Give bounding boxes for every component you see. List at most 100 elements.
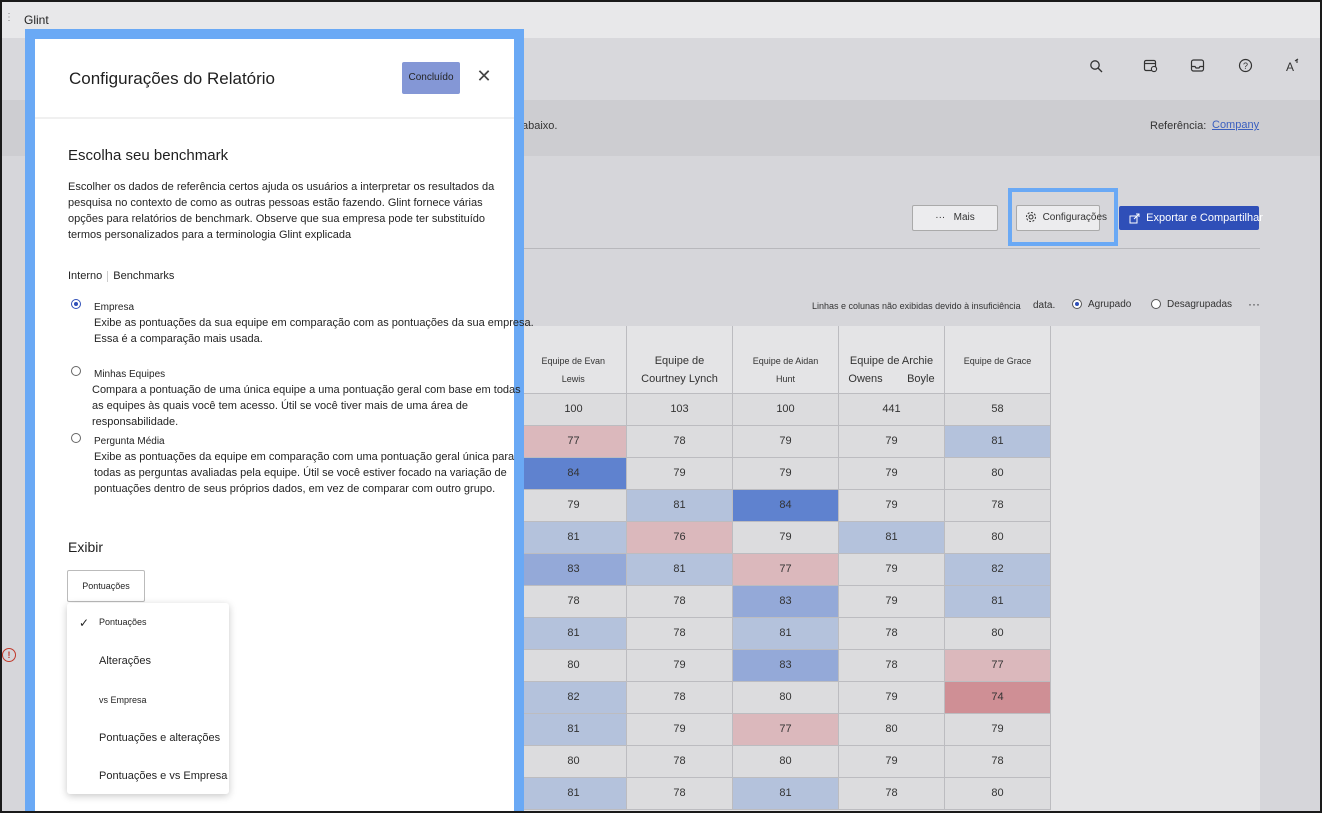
heatmap-cell[interactable]: 58 xyxy=(944,392,1051,426)
done-button[interactable]: Concluído xyxy=(402,62,460,94)
heatmap-cell[interactable]: 79 xyxy=(626,648,733,682)
heatmap-cell[interactable]: 80 xyxy=(944,456,1051,490)
heatmap-cell[interactable]: 100 xyxy=(520,392,627,426)
heatmap-cell[interactable]: 79 xyxy=(520,488,627,522)
heatmap-cell[interactable]: 79 xyxy=(838,456,945,490)
help-icon[interactable]: ? xyxy=(1235,58,1255,78)
heatmap-cell[interactable]: 81 xyxy=(520,616,627,650)
menu-item-pontuacoes[interactable]: Pontuações xyxy=(99,617,147,627)
heatmap-body: 100 103 100 441 58 77 78 79 79 81 84 79 79 79 80 79 81 84… xyxy=(520,392,1051,810)
menu-item-alteracoes[interactable]: Alterações xyxy=(99,655,151,667)
heatmap-cell[interactable]: 81 xyxy=(626,552,733,586)
error-icon[interactable]: ! xyxy=(2,648,16,662)
heatmap-cell[interactable]: 82 xyxy=(944,552,1051,586)
heatmap-cell[interactable]: 81 xyxy=(520,776,627,810)
tab-internal[interactable]: Interno xyxy=(68,270,102,282)
heatmap-cell[interactable]: 81 xyxy=(520,712,627,746)
heatmap-cell[interactable]: 78 xyxy=(944,488,1051,522)
heatmap-cell[interactable]: 81 xyxy=(732,776,839,810)
heatmap-cell[interactable]: 79 xyxy=(838,552,945,586)
export-share-button[interactable]: Exportar e Compartilhar xyxy=(1119,206,1263,230)
heatmap-cell[interactable]: 84 xyxy=(732,488,839,522)
heatmap-cell[interactable]: 78 xyxy=(626,616,733,650)
more-button[interactable]: ··· Mais xyxy=(912,205,998,231)
heatmap-cell[interactable]: 74 xyxy=(944,680,1051,714)
search-icon[interactable] xyxy=(1086,58,1106,78)
heatmap-cell[interactable]: 82 xyxy=(520,680,627,714)
heatmap-cell[interactable]: 80 xyxy=(838,712,945,746)
heatmap-cell[interactable]: 83 xyxy=(732,648,839,682)
heatmap-cell[interactable]: 79 xyxy=(838,488,945,522)
heatmap-cell[interactable]: 79 xyxy=(838,424,945,458)
menu-item-pontuacoes-alteracoes[interactable]: Pontuações e alterações xyxy=(99,732,220,744)
heatmap-cell[interactable]: 80 xyxy=(520,744,627,778)
heatmap-cell[interactable]: 83 xyxy=(732,584,839,618)
heatmap-cell[interactable]: 78 xyxy=(838,776,945,810)
close-icon[interactable]: ✕ xyxy=(475,67,493,85)
heatmap-cell[interactable]: 83 xyxy=(520,552,627,586)
heatmap-cell[interactable]: 100 xyxy=(732,392,839,426)
heatmap-cell[interactable]: 81 xyxy=(520,520,627,554)
heatmap-cell[interactable]: 79 xyxy=(732,520,839,554)
heatmap-cell[interactable]: 80 xyxy=(520,648,627,682)
heatmap-cell[interactable]: 79 xyxy=(838,680,945,714)
heatmap-cell[interactable]: 78 xyxy=(626,776,733,810)
option-pergunta-media-radio[interactable] xyxy=(71,433,81,443)
display-dropdown[interactable]: Pontuações xyxy=(67,570,145,602)
option-empresa-radio[interactable] xyxy=(71,299,81,309)
inbox-icon[interactable] xyxy=(1187,58,1207,78)
settings-button[interactable]: Configurações xyxy=(1016,205,1107,231)
heatmap-cell[interactable]: 80 xyxy=(944,520,1051,554)
heatmap-cell[interactable]: 79 xyxy=(838,744,945,778)
heatmap-cell[interactable]: 81 xyxy=(944,584,1051,618)
team-column-header[interactable]: Equipe de Aidan Hunt xyxy=(732,326,839,394)
gear-icon xyxy=(1026,212,1036,223)
team-column-header[interactable]: Equipe de Grace xyxy=(944,326,1051,394)
calendar-settings-icon[interactable] xyxy=(1140,58,1160,78)
team-column-header[interactable]: Equipe de Evan Lewis xyxy=(520,326,627,394)
heatmap-cell[interactable]: 76 xyxy=(626,520,733,554)
heatmap-cell[interactable]: 78 xyxy=(838,616,945,650)
heatmap-cell[interactable]: 81 xyxy=(838,520,945,554)
heatmap-cell[interactable]: 81 xyxy=(732,616,839,650)
heatmap-cell[interactable]: 81 xyxy=(944,424,1051,458)
heatmap-cell[interactable]: 77 xyxy=(944,648,1051,682)
option-empresa-desc: Exibe as pontuações da sua equipe em com… xyxy=(94,317,534,345)
heatmap-cell[interactable]: 80 xyxy=(732,680,839,714)
heatmap-cell[interactable]: 77 xyxy=(520,424,627,458)
heatmap-cell[interactable]: 78 xyxy=(626,744,733,778)
heatmap-cell[interactable]: 78 xyxy=(626,424,733,458)
heatmap-cell[interactable]: 79 xyxy=(944,712,1051,746)
text-settings-icon[interactable]: A xyxy=(1282,58,1302,78)
heatmap-cell[interactable]: 80 xyxy=(732,744,839,778)
reference-link[interactable]: Company xyxy=(1212,119,1259,131)
heatmap-cell[interactable]: 79 xyxy=(626,712,733,746)
heatmap-cell[interactable]: 80 xyxy=(944,776,1051,810)
heatmap-cell[interactable]: 78 xyxy=(838,648,945,682)
heatmap-cell[interactable]: 78 xyxy=(626,680,733,714)
heatmap-cell[interactable]: 78 xyxy=(944,744,1051,778)
heatmap-cell[interactable]: 81 xyxy=(626,488,733,522)
heatmap-cell[interactable]: 78 xyxy=(520,584,627,618)
heatmap-cell[interactable]: 78 xyxy=(626,584,733,618)
menu-item-pontuacoes-vs-empresa[interactable]: Pontuações e vs Empresa xyxy=(99,770,227,782)
team-column-header[interactable]: Equipe de Archie Owens Boyle xyxy=(838,326,945,394)
option-minhas-equipes-radio[interactable] xyxy=(71,366,81,376)
grouped-radio[interactable] xyxy=(1072,299,1082,309)
heatmap-cell[interactable]: 77 xyxy=(732,552,839,586)
ungrouped-radio[interactable] xyxy=(1151,299,1161,309)
heatmap-cell[interactable]: 79 xyxy=(838,584,945,618)
heatmap-cell[interactable]: 79 xyxy=(626,456,733,490)
team-header-line1: Equipe de Archie xyxy=(849,355,934,367)
menu-item-vs-empresa[interactable]: vs Empresa xyxy=(99,695,147,705)
team-column-header[interactable]: Equipe de Courtney Lynch xyxy=(626,326,733,394)
heatmap-cell[interactable]: 80 xyxy=(944,616,1051,650)
view-options-icon[interactable]: ··· xyxy=(1248,297,1260,311)
heatmap-cell[interactable]: 103 xyxy=(626,392,733,426)
heatmap-cell[interactable]: 441 xyxy=(838,392,945,426)
heatmap-cell[interactable]: 79 xyxy=(732,456,839,490)
heatmap-cell[interactable]: 84 xyxy=(520,456,627,490)
tab-benchmarks[interactable]: Benchmarks xyxy=(113,270,174,282)
heatmap-cell[interactable]: 79 xyxy=(732,424,839,458)
heatmap-cell[interactable]: 77 xyxy=(732,712,839,746)
